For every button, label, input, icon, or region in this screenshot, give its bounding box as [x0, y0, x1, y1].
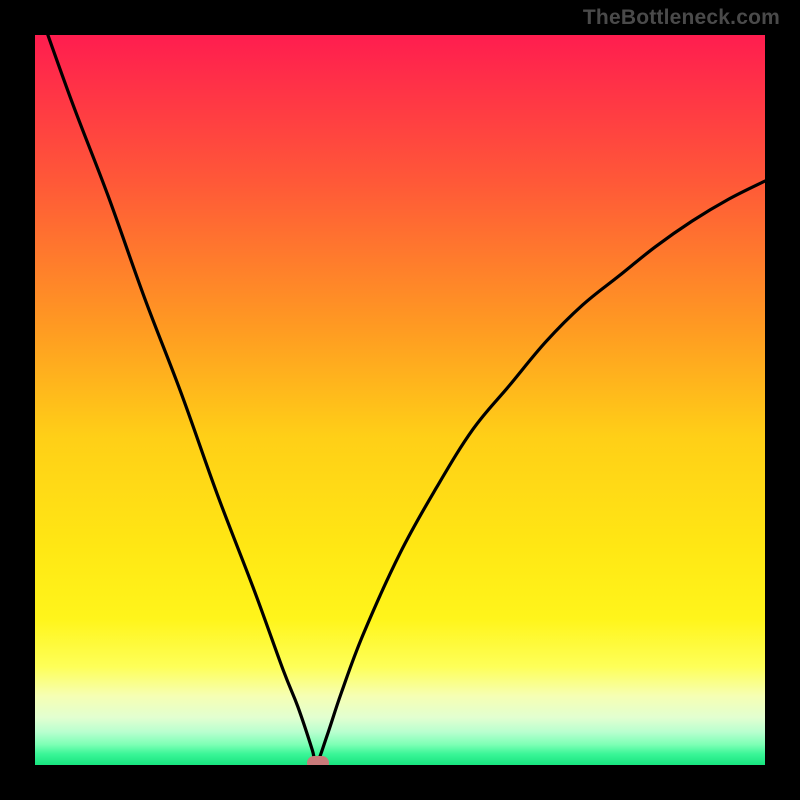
- bottleneck-curve: [35, 35, 765, 765]
- watermark-label: TheBottleneck.com: [583, 6, 780, 30]
- plot-area: [35, 35, 765, 765]
- chart-frame: TheBottleneck.com: [0, 0, 800, 800]
- optimal-point-marker: [307, 756, 329, 765]
